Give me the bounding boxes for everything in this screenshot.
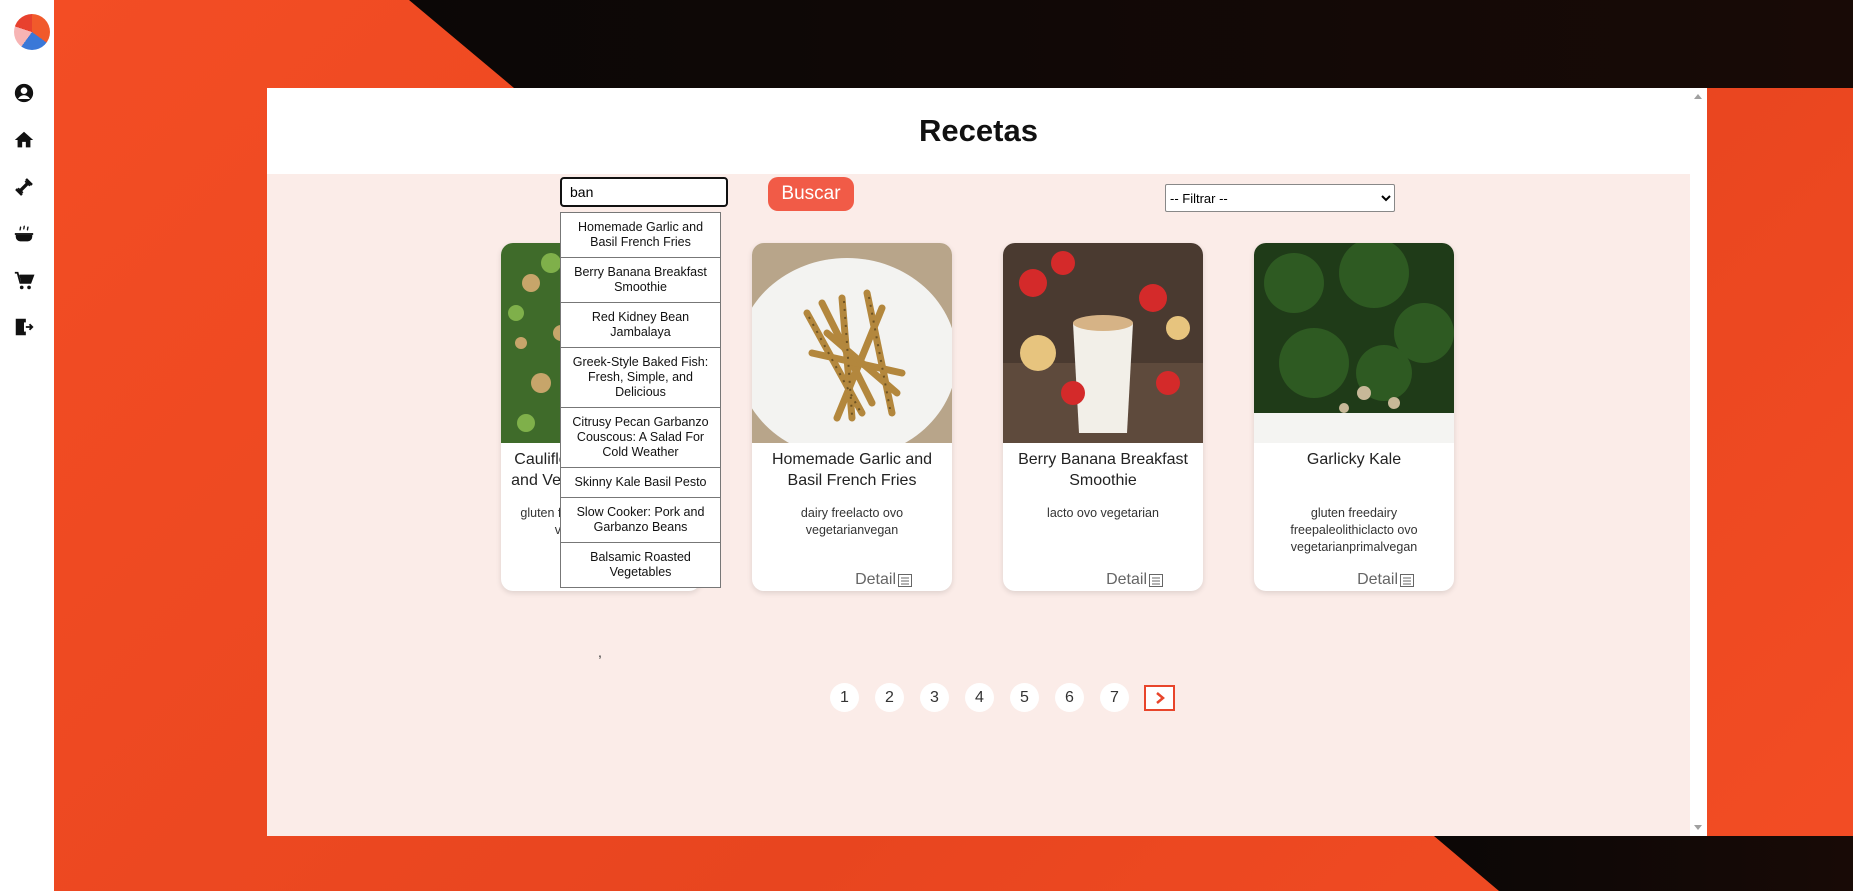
recipe-image <box>752 243 952 443</box>
detail-link[interactable]: Detail <box>855 571 912 589</box>
suggestion-item[interactable]: Red Kidney Bean Jambalaya <box>561 303 720 348</box>
scroll-up-arrow[interactable] <box>1694 94 1702 99</box>
recipe-title: Garlicky Kale <box>1306 451 1402 468</box>
logout-icon[interactable] <box>11 314 37 340</box>
page-button[interactable]: 1 <box>830 683 859 712</box>
suggestion-item[interactable]: Balsamic Roasted Vegetables <box>561 543 720 587</box>
sidebar <box>0 0 54 891</box>
stray-mark: , <box>598 644 602 660</box>
page-button[interactable]: 3 <box>920 683 949 712</box>
search-suggestions: Homemade Garlic and Basil French Fries B… <box>560 212 721 588</box>
detail-label: Detail <box>1357 571 1398 588</box>
recipe-card[interactable]: Homemade Garlic and Basil French Fries d… <box>752 243 952 591</box>
suggestion-item[interactable]: Slow Cooker: Pork and Garbanzo Beans <box>561 498 720 543</box>
scrollbar[interactable] <box>1690 88 1707 836</box>
scroll-down-arrow[interactable] <box>1694 825 1702 830</box>
filter-select[interactable]: -- Filtrar -- <box>1165 184 1395 212</box>
search-input[interactable] <box>560 177 728 207</box>
recipe-diets: dairy freelacto ovo vegetarianvegan <box>800 506 904 537</box>
recipe-title: Berry Banana Breakfast Smoothie <box>1018 451 1188 489</box>
suggestion-item[interactable]: Berry Banana Breakfast Smoothie <box>561 258 720 303</box>
chevron-right-icon <box>1155 692 1165 704</box>
list-icon <box>1400 573 1414 587</box>
suggestion-item[interactable]: Greek-Style Baked Fish: Fresh, Simple, a… <box>561 348 720 408</box>
page-button[interactable]: 6 <box>1055 683 1084 712</box>
page-header: Recetas <box>267 88 1690 174</box>
fitness-icon[interactable] <box>11 174 37 200</box>
app-logo[interactable] <box>14 14 50 50</box>
recipe-title: Homemade Garlic and Basil French Fries <box>771 451 933 489</box>
page-button[interactable]: 5 <box>1010 683 1039 712</box>
recipes-icon[interactable] <box>11 221 37 247</box>
list-icon <box>898 573 912 587</box>
search-button[interactable]: Buscar <box>768 177 854 211</box>
detail-label: Detail <box>855 571 896 588</box>
recipe-diets: lacto ovo vegetarian <box>1047 506 1159 520</box>
detail-link[interactable]: Detail <box>1106 571 1163 589</box>
page-title: Recetas <box>919 113 1038 148</box>
recipe-image <box>1254 243 1454 443</box>
profile-icon[interactable] <box>11 80 37 106</box>
cart-icon[interactable] <box>11 268 37 294</box>
recipes-panel: Recetas Buscar -- Filtrar -- Cauliflower… <box>267 88 1707 836</box>
home-icon[interactable] <box>11 127 37 153</box>
list-icon <box>1149 573 1163 587</box>
recipe-card[interactable]: Garlicky Kale gluten freedairy freepaleo… <box>1254 243 1454 591</box>
suggestion-item[interactable]: Homemade Garlic and Basil French Fries <box>561 213 720 258</box>
detail-link[interactable]: Detail <box>1357 571 1414 589</box>
page-button[interactable]: 2 <box>875 683 904 712</box>
page-button[interactable]: 7 <box>1100 683 1129 712</box>
next-page-button[interactable] <box>1144 685 1175 711</box>
recipe-card[interactable]: Berry Banana Breakfast Smoothie lacto ov… <box>1003 243 1203 591</box>
detail-label: Detail <box>1106 571 1147 588</box>
recipe-diets: gluten freedairy freepaleolithiclacto ov… <box>1290 506 1418 554</box>
page-button[interactable]: 4 <box>965 683 994 712</box>
suggestion-item[interactable]: Skinny Kale Basil Pesto <box>561 468 720 498</box>
suggestion-item[interactable]: Citrusy Pecan Garbanzo Couscous: A Salad… <box>561 408 720 468</box>
recipe-image <box>1003 243 1203 443</box>
